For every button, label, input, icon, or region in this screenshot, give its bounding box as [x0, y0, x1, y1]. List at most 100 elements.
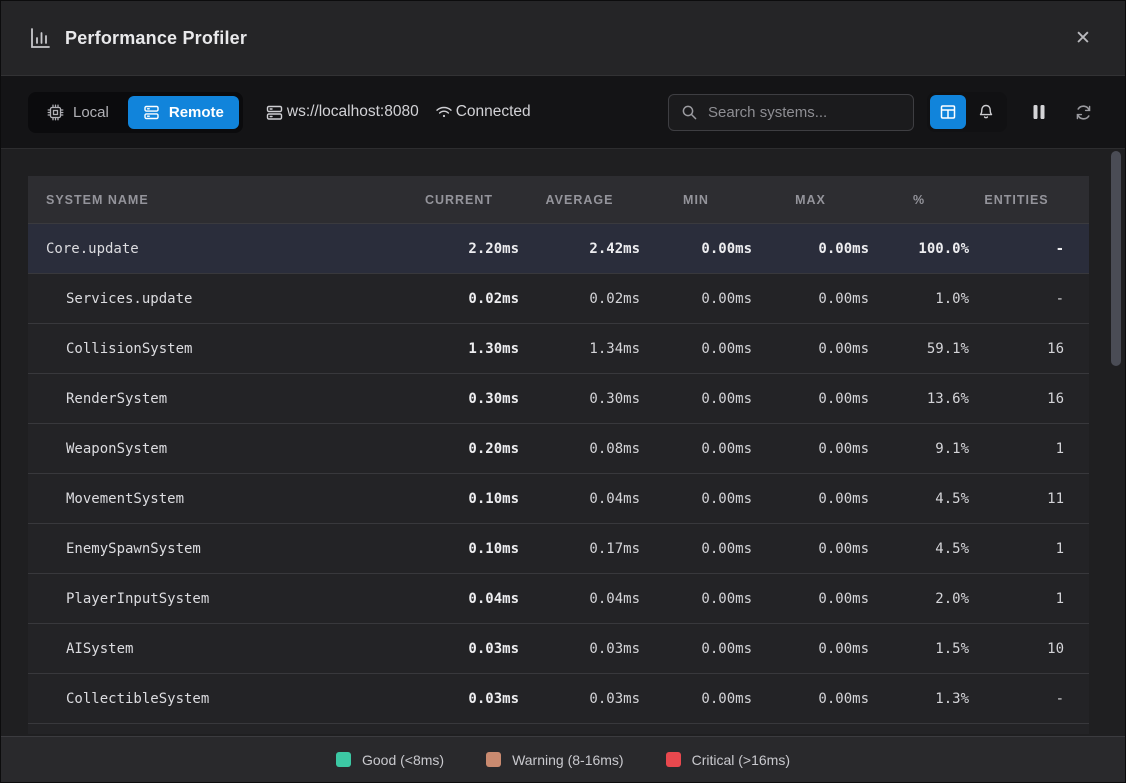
table-body: Core.update2.20ms2.42ms0.00ms0.00ms100.0…	[28, 224, 1089, 724]
min-cell: 0.00ms	[640, 391, 752, 407]
average-cell: 0.03ms	[519, 691, 640, 707]
entities-cell: -	[969, 691, 1064, 707]
bar-chart-icon	[28, 26, 52, 50]
connection-url: ws://localhost:8080	[287, 103, 419, 121]
min-cell: 0.00ms	[640, 591, 752, 607]
table-row[interactable]: RenderSystem0.30ms0.30ms0.00ms0.00ms13.6…	[28, 374, 1089, 424]
average-cell: 0.03ms	[519, 641, 640, 657]
pause-button[interactable]	[1024, 97, 1054, 127]
column-header-entities[interactable]: ENTITIES	[969, 193, 1064, 207]
average-cell: 0.30ms	[519, 391, 640, 407]
remote-mode-button[interactable]: Remote	[128, 96, 239, 129]
entities-cell: 1	[969, 441, 1064, 457]
table-row[interactable]: CollectibleSystem0.03ms0.03ms0.00ms0.00m…	[28, 674, 1089, 724]
percent-cell: 1.3%	[869, 691, 969, 707]
current-cell: 0.20ms	[399, 441, 519, 457]
table-header: SYSTEM NAME CURRENT AVERAGE MIN MAX % EN…	[28, 176, 1089, 224]
legend-label: Warning (8-16ms)	[512, 752, 624, 768]
legend-label: Critical (>16ms)	[692, 752, 790, 768]
table-view-button[interactable]	[930, 95, 966, 129]
percent-cell: 100.0%	[869, 241, 969, 257]
table-icon	[939, 103, 957, 121]
min-cell: 0.00ms	[640, 491, 752, 507]
table-row[interactable]: MovementSystem0.10ms0.04ms0.00ms0.00ms4.…	[28, 474, 1089, 524]
system-name-cell: PlayerInputSystem	[28, 591, 399, 607]
table-row[interactable]: EnemySpawnSystem0.10ms0.17ms0.00ms0.00ms…	[28, 524, 1089, 574]
system-name-cell: CollisionSystem	[28, 341, 399, 357]
legend-item: Warning (8-16ms)	[486, 752, 624, 768]
legend-swatch-icon	[666, 752, 681, 767]
local-mode-button[interactable]: Local	[32, 96, 124, 129]
system-name-cell: RenderSystem	[28, 391, 399, 407]
entities-cell: 11	[969, 491, 1064, 507]
max-cell: 0.00ms	[752, 441, 869, 457]
local-mode-label: Local	[73, 104, 109, 121]
current-cell: 1.30ms	[399, 341, 519, 357]
average-cell: 0.02ms	[519, 291, 640, 307]
table-row[interactable]: Services.update0.02ms0.02ms0.00ms0.00ms1…	[28, 274, 1089, 324]
system-name-cell: CollectibleSystem	[28, 691, 399, 707]
average-cell: 0.08ms	[519, 441, 640, 457]
close-button[interactable]: ✕	[1068, 23, 1098, 53]
entities-cell: -	[969, 291, 1064, 307]
min-cell: 0.00ms	[640, 641, 752, 657]
legend-item: Good (<8ms)	[336, 752, 444, 768]
current-cell: 0.10ms	[399, 491, 519, 507]
wifi-icon	[435, 103, 453, 121]
average-cell: 0.04ms	[519, 591, 640, 607]
refresh-icon	[1074, 103, 1093, 122]
title-bar: Performance Profiler ✕	[1, 1, 1125, 76]
refresh-button[interactable]	[1068, 97, 1098, 127]
percent-cell: 4.5%	[869, 541, 969, 557]
pause-icon	[1031, 103, 1047, 121]
min-cell: 0.00ms	[640, 541, 752, 557]
column-header-percent[interactable]: %	[869, 193, 969, 207]
system-name-cell: Services.update	[28, 291, 399, 307]
max-cell: 0.00ms	[752, 391, 869, 407]
search-input[interactable]	[708, 104, 907, 121]
system-name-cell: MovementSystem	[28, 491, 399, 507]
entities-cell: -	[969, 241, 1064, 257]
table-row[interactable]: AISystem0.03ms0.03ms0.00ms0.00ms1.5%10	[28, 624, 1089, 674]
column-header-average[interactable]: AVERAGE	[519, 193, 640, 207]
server-icon	[143, 104, 160, 121]
min-cell: 0.00ms	[640, 691, 752, 707]
current-cell: 2.20ms	[399, 241, 519, 257]
table-row[interactable]: Core.update2.20ms2.42ms0.00ms0.00ms100.0…	[28, 224, 1089, 274]
table-row[interactable]: PlayerInputSystem0.04ms0.04ms0.00ms0.00m…	[28, 574, 1089, 624]
profiler-content: SYSTEM NAME CURRENT AVERAGE MIN MAX % EN…	[1, 149, 1125, 736]
entities-cell: 16	[969, 341, 1064, 357]
average-cell: 1.34ms	[519, 341, 640, 357]
view-toggle-group	[927, 92, 1007, 132]
search-box	[668, 94, 914, 131]
server-icon	[265, 103, 284, 122]
max-cell: 0.00ms	[752, 541, 869, 557]
max-cell: 0.00ms	[752, 641, 869, 657]
alerts-button[interactable]	[968, 95, 1004, 129]
max-cell: 0.00ms	[752, 491, 869, 507]
table-row[interactable]: WeaponSystem0.20ms0.08ms0.00ms0.00ms9.1%…	[28, 424, 1089, 474]
table-row[interactable]: CollisionSystem1.30ms1.34ms0.00ms0.00ms5…	[28, 324, 1089, 374]
average-cell: 2.42ms	[519, 241, 640, 257]
legend-swatch-icon	[336, 752, 351, 767]
system-name-cell: Core.update	[28, 241, 399, 257]
search-icon	[681, 104, 698, 121]
entities-cell: 1	[969, 541, 1064, 557]
toolbar: Local Remote	[1, 76, 1125, 149]
column-header-current[interactable]: CURRENT	[399, 193, 519, 207]
max-cell: 0.00ms	[752, 241, 869, 257]
max-cell: 0.00ms	[752, 591, 869, 607]
percent-cell: 4.5%	[869, 491, 969, 507]
cpu-icon	[47, 104, 64, 121]
entities-cell: 1	[969, 591, 1064, 607]
legend-item: Critical (>16ms)	[666, 752, 790, 768]
vertical-scrollbar[interactable]	[1111, 151, 1121, 366]
performance-profiler-window: Performance Profiler ✕ Local	[0, 0, 1126, 783]
min-cell: 0.00ms	[640, 341, 752, 357]
column-header-min[interactable]: MIN	[640, 193, 752, 207]
entities-cell: 16	[969, 391, 1064, 407]
column-header-system-name[interactable]: SYSTEM NAME	[28, 193, 399, 207]
column-header-max[interactable]: MAX	[752, 193, 869, 207]
current-cell: 0.04ms	[399, 591, 519, 607]
max-cell: 0.00ms	[752, 691, 869, 707]
